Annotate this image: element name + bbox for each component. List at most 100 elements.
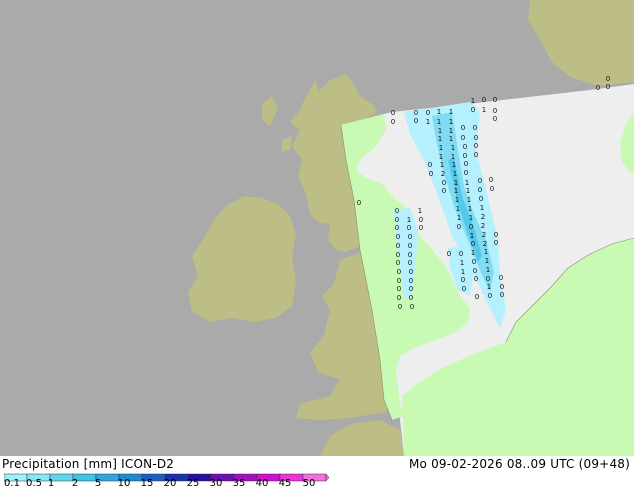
precip-value-label: 0 [606,83,610,91]
scale-tick-label: 45 [278,478,292,489]
precip-value-label: 0 [478,177,482,185]
precip-value-label: 0 [407,224,411,232]
precip-value-label: 2 [482,231,486,239]
precip-value-label: 1 [471,97,475,105]
precip-value-label: 0 [397,285,401,293]
precip-value-label: 0 [397,277,401,285]
precip-value-label: 1 [453,170,457,178]
precip-value-label: 1 [451,153,455,161]
precip-value-label: 0 [474,275,478,283]
precip-value-label: 0 [409,294,413,302]
precip-value-label: 1 [449,108,453,116]
precip-value-label: 1 [451,144,455,152]
precip-value-label: 0 [442,179,446,187]
precip-value-label: 1 [456,205,460,213]
scale-tick-label: 15 [140,478,154,489]
run-time: Mo 09-02-2026 08..09 UTC (09+48) [408,457,630,471]
precip-value-label: 0 [489,176,493,184]
precip-value-label: 0 [408,259,412,267]
precip-value-label: 1 [460,259,464,267]
precip-value-label: 0 [474,142,478,150]
precip-value-label: 0 [396,251,400,259]
precip-value-label: 1 [485,257,489,265]
precip-value-label: 1 [480,204,484,212]
scale-tick-label: 40 [255,478,269,489]
precip-value-label: 1 [482,106,486,114]
precip-value-label: 0 [493,96,497,104]
precip-value-label: 0 [395,207,399,215]
precip-value-label: 1 [438,135,442,143]
precip-value-label: 1 [468,205,472,213]
precip-value-label: 0 [357,199,361,207]
scale-tick-label: 50 [302,478,316,489]
precip-value-label: 0 [482,96,486,104]
scale-tick-label: 25 [186,478,200,489]
precip-value-label: 1 [437,108,441,116]
precip-value-label: 0 [409,277,413,285]
precip-value-label: 1 [470,232,474,240]
precip-value-label: 1 [449,118,453,126]
precip-value-label: 0 [429,170,433,178]
precip-value-label: 1 [471,249,475,257]
precip-value-label: 1 [467,196,471,204]
precip-value-label: 0 [419,224,423,232]
precip-value-label: 0 [479,195,483,203]
precip-value-label: 1 [440,161,444,169]
scale-tick-label: 2 [71,478,79,489]
precip-value-label: 0 [474,134,478,142]
precip-value-label: 0 [469,223,473,231]
precip-value-label: 1 [469,214,473,222]
precip-value-label: 0 [494,239,498,247]
precip-value-label: 1 [466,187,470,195]
precip-value-label: 1 [486,266,490,274]
precip-value-label: 0 [442,187,446,195]
scale-tick-label: 0.1 [4,478,20,489]
precip-value-label: 0 [464,160,468,168]
precip-value-label: 1 [455,196,459,204]
precip-value-label: 0 [500,283,504,291]
precip-value-label: 0 [396,233,400,241]
precip-value-label: 2 [481,213,485,221]
precip-value-label: 1 [426,118,430,126]
precip-value-label: 0 [461,134,465,142]
precip-value-label: 0 [488,292,492,300]
precip-value-label: 1 [407,216,411,224]
precip-value-label: 0 [486,275,490,283]
precip-value-label: 0 [493,115,497,123]
map-canvas: 1 0 00 1 00000 0 0 1 10 0 1 1 1 01 1 0 01 1 0 01 1 0 01 1 0 00 1 1 0… [0,0,634,456]
precip-value-label: 0 [397,294,401,302]
precip-value-label: 0 [494,231,498,239]
precip-value-label: 0 [395,216,399,224]
precip-value-label: 1 [452,161,456,169]
precip-value-label: 0 [596,84,600,92]
footer-bar: Precipitation [mm] ICON-D2 Mo 09-02-2026… [0,456,634,490]
precip-value-label: 1 [449,135,453,143]
precip-value-label: 0 [475,293,479,301]
precip-value-label: 0 [493,107,497,115]
scale-tick-label: 5 [94,478,102,489]
precip-value-label: 2 [483,240,487,248]
precip-value-label: 0 [471,106,475,114]
precip-value-label: 0 [408,233,412,241]
precip-value-label: 0 [472,258,476,266]
scale-tick-label: 20 [163,478,177,489]
precip-value-label: 1 [439,144,443,152]
precip-value-label: 0 [396,259,400,267]
product-title: Precipitation [mm] ICON-D2 [2,457,175,471]
precip-value-label: 0 [478,186,482,194]
precip-value-label: 1 [487,283,491,291]
scale-tick-label: 1 [47,478,55,489]
precip-value-label: 0 [414,109,418,117]
precip-value-label: 1 [438,127,442,135]
precip-value-label: 1 [437,118,441,126]
precip-value-label: 0 [426,109,430,117]
precip-value-label: 0 [428,161,432,169]
precip-value-label: 1 [454,187,458,195]
precip-value-label: 2 [441,170,445,178]
precip-value-label: 0 [499,274,503,282]
precip-value-label: 0 [473,124,477,132]
precip-value-label: 1 [449,127,453,135]
precip-value-label: 0 [500,291,504,299]
precip-value-label: 0 [409,268,413,276]
precip-value-label: 0 [391,118,395,126]
